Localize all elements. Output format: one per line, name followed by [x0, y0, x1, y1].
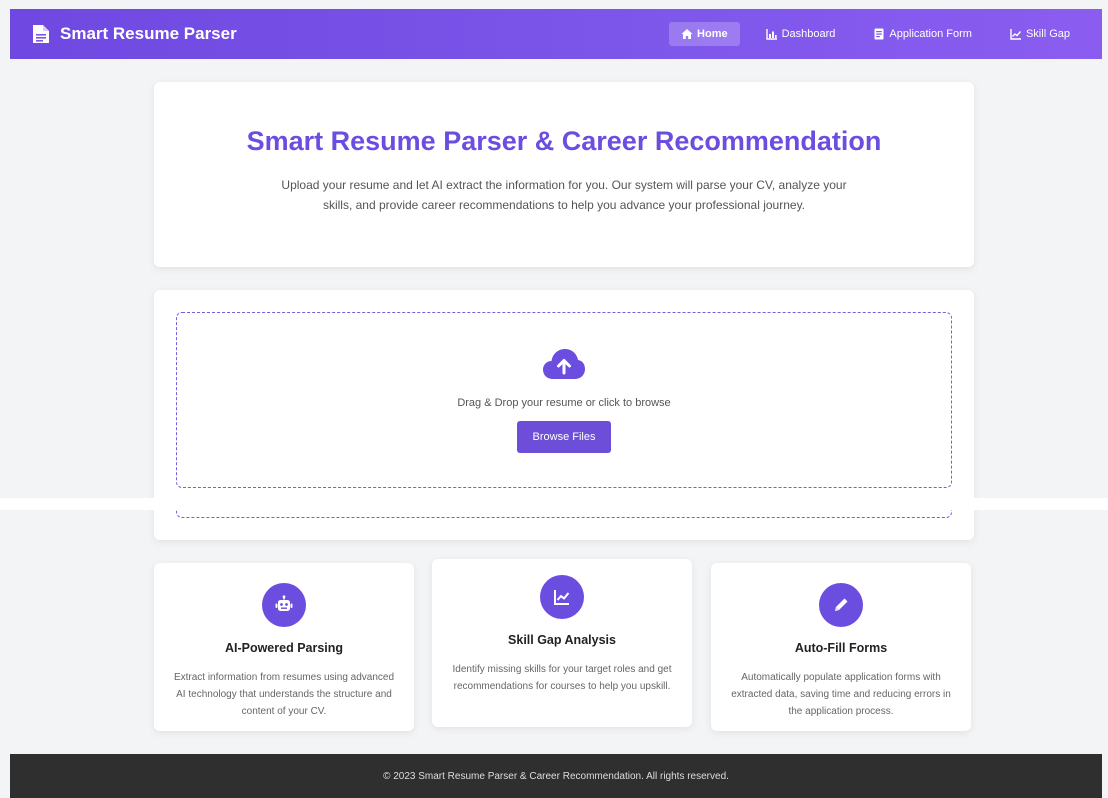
feature-card-auto-fill: Auto-Fill Forms Automatically populate a… — [711, 563, 971, 731]
brand-title: Smart Resume Parser — [60, 24, 237, 43]
footer-copyright: © 2023 Smart Resume Parser & Career Reco… — [383, 770, 729, 782]
pencil-icon — [819, 583, 863, 627]
dropzone-prompt: Drag & Drop your resume or click to brow… — [457, 397, 671, 409]
nav-links: Home Dashboard Application Form Skill Ga… — [655, 22, 1082, 46]
feature-description: Extract information from resumes using a… — [173, 672, 395, 717]
nav-item-label: Skill Gap — [1025, 28, 1070, 40]
nav-item-dashboard[interactable]: Dashboard — [754, 22, 848, 46]
nav-item-label: Home — [697, 28, 728, 40]
brand[interactable]: Smart Resume Parser — [32, 24, 237, 44]
feature-description: Identify missing skills for your target … — [452, 664, 672, 692]
footer: © 2023 Smart Resume Parser & Career Reco… — [10, 754, 1102, 798]
hero-card: Smart Resume Parser & Career Recommendat… — [154, 82, 974, 267]
home-icon — [681, 28, 693, 40]
nav-item-home[interactable]: Home — [669, 22, 740, 46]
browse-files-button[interactable]: Browse Files — [516, 421, 612, 453]
resume-dropzone[interactable]: Drag & Drop your resume or click to brow… — [176, 312, 952, 488]
nav-item-label: Application Form — [889, 28, 972, 40]
page-title: Smart Resume Parser & Career Recommendat… — [246, 126, 882, 156]
feature-title: Auto-Fill Forms — [794, 641, 888, 655]
document-icon — [32, 24, 50, 44]
feature-title: AI-Powered Parsing — [224, 641, 344, 655]
nav-item-skill-gap[interactable]: Skill Gap — [998, 22, 1082, 46]
feature-card-ai-parsing: AI-Powered Parsing Extract information f… — [154, 563, 414, 731]
feature-card-skill-gap: Skill Gap Analysis Identify missing skil… — [432, 559, 692, 727]
feature-title: Skill Gap Analysis — [508, 633, 616, 647]
chart-line-icon — [540, 575, 584, 619]
navbar: Smart Resume Parser Home Dashboard Appli… — [10, 9, 1102, 59]
nav-item-label: Dashboard — [781, 28, 836, 40]
divider-strip — [0, 498, 1108, 510]
cloud-upload-icon — [542, 347, 586, 381]
form-icon — [873, 28, 885, 40]
nav-item-application-form[interactable]: Application Form — [861, 22, 984, 46]
hero-description: Upload your resume and let AI extract th… — [281, 178, 847, 212]
chart-line-icon — [1010, 28, 1022, 40]
feature-description: Automatically populate application forms… — [731, 672, 951, 717]
robot-icon — [262, 583, 306, 627]
chart-bar-icon — [765, 28, 778, 40]
